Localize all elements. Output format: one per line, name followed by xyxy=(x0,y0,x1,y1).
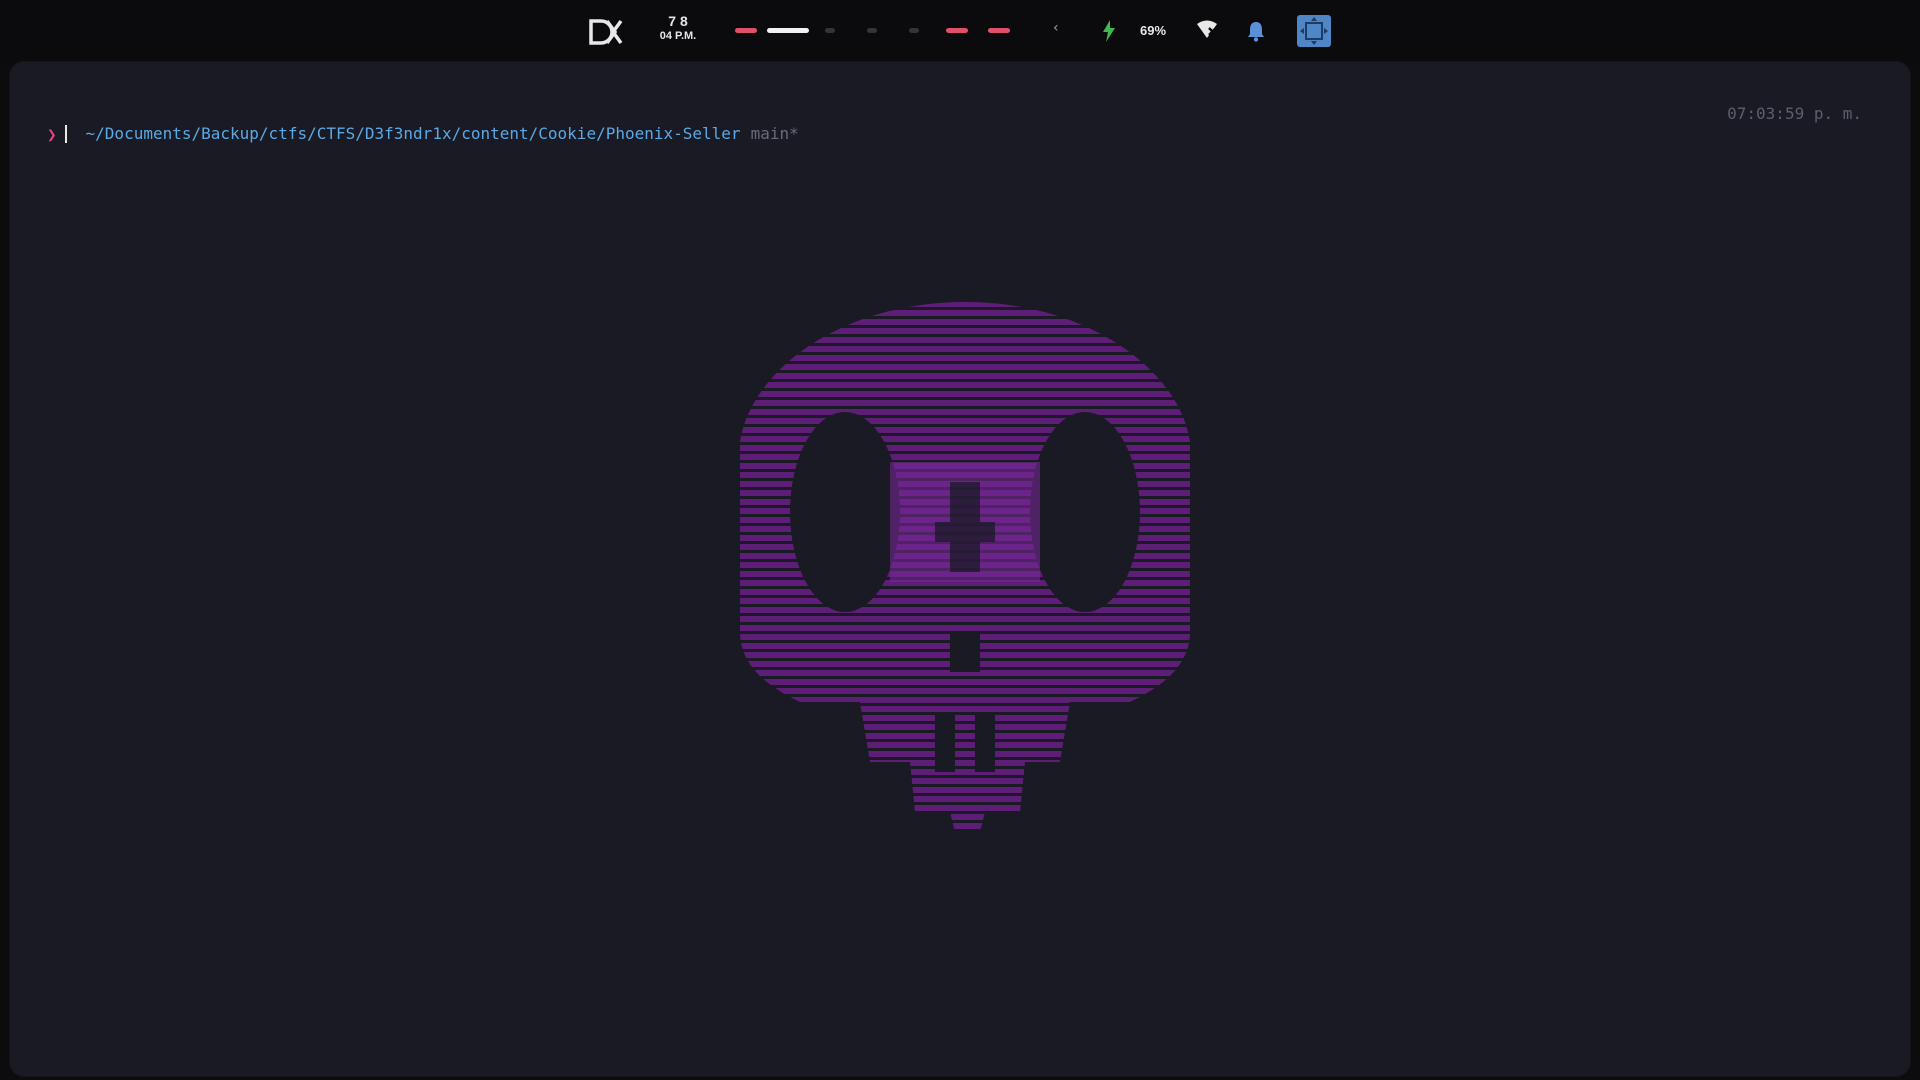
command-input-line[interactable]: ❯ xyxy=(47,125,67,145)
clock-time: 04 P.M. xyxy=(659,30,697,42)
chevron-left-icon[interactable]: ‹ xyxy=(1053,20,1059,36)
current-directory: ~/Documents/Backup/ctfs/CTFS/D3f3ndr1x/c… xyxy=(85,124,741,143)
right-prompt-time: 07:03:59 p. m. xyxy=(1727,104,1862,123)
layout-float-icon[interactable] xyxy=(1297,15,1331,47)
clock[interactable]: 7 8 04 P.M. xyxy=(652,14,704,44)
bell-icon[interactable] xyxy=(1246,20,1266,42)
workspace-indicator[interactable] xyxy=(825,28,835,33)
clock-hour: 7 8 xyxy=(668,13,688,29)
skull-icon xyxy=(720,292,1210,832)
workspace-indicator[interactable] xyxy=(767,28,809,33)
text-cursor xyxy=(64,125,67,143)
top-bar: 7 8 04 P.M. ‹ 69% xyxy=(0,0,1920,62)
workspace-indicator[interactable] xyxy=(988,28,1010,33)
dk-logo-icon[interactable] xyxy=(589,18,623,46)
prompt-symbol: ❯ xyxy=(47,125,57,144)
workspace-indicator[interactable] xyxy=(946,28,968,33)
prompt-line: ~/Documents/Backup/ctfs/CTFS/D3f3ndr1x/c… xyxy=(47,104,799,164)
wifi-icon[interactable] xyxy=(1196,20,1218,40)
battery-percent[interactable]: 69% xyxy=(1140,23,1166,38)
workspace-indicator[interactable] xyxy=(867,28,877,33)
workspace-indicator[interactable] xyxy=(909,28,919,33)
bolt-icon xyxy=(1102,20,1116,42)
git-branch: main* xyxy=(750,124,799,143)
workspace-indicator[interactable] xyxy=(735,28,757,33)
terminal-window[interactable]: ~/Documents/Backup/ctfs/CTFS/D3f3ndr1x/c… xyxy=(10,62,1910,1076)
